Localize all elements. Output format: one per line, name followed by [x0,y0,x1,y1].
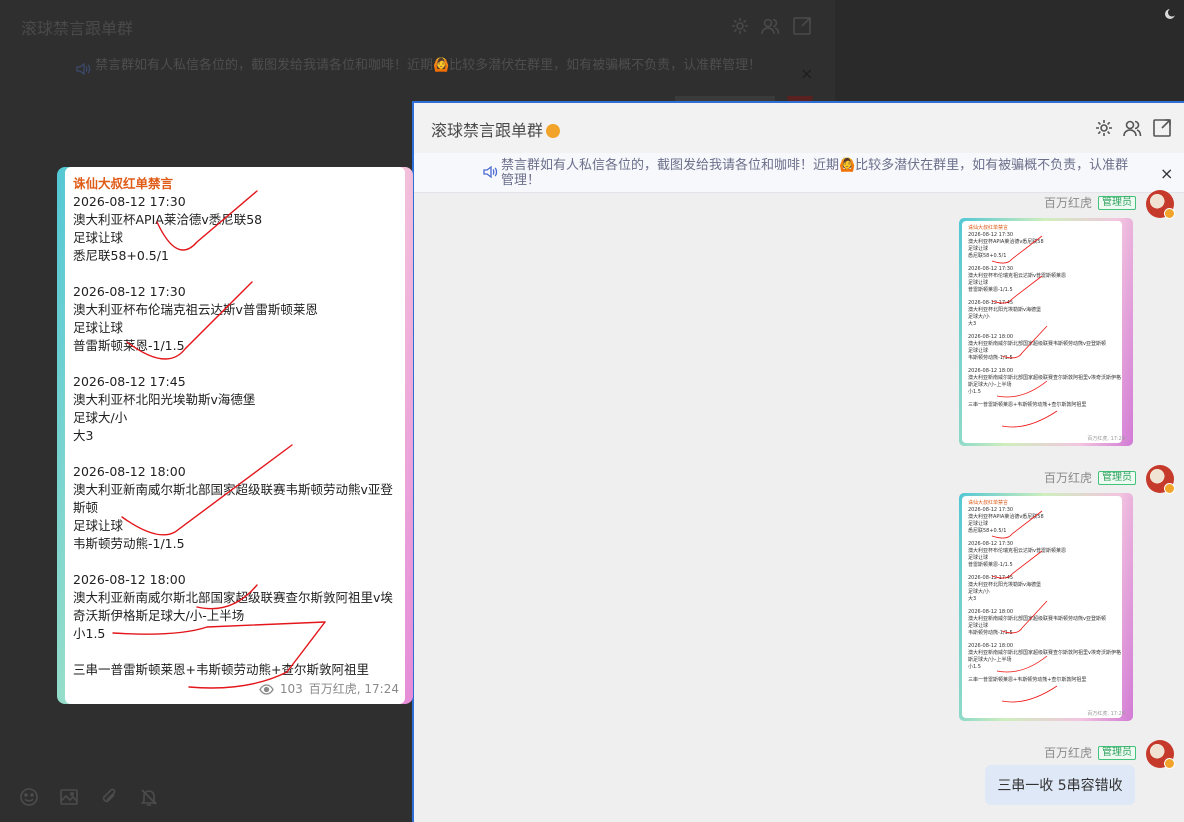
attachment-icon[interactable] [98,786,120,808]
settings-icon[interactable] [730,16,750,36]
speaker-icon [483,165,498,179]
view-count: 103 [279,682,303,696]
bet-time: 2026-08-12 18:00 [73,464,186,479]
verified-badge-icon [546,123,561,138]
image-thumbnail: 诛仙大叔红单禁言 2026-08-12 17:30 澳大利亚杯APIA莱洽德v悉… [962,221,1122,443]
popout-icon[interactable] [1152,118,1172,138]
notice-close-button[interactable]: × [1160,164,1173,183]
message-header: 百万红虎 管理员 [1044,469,1137,486]
parlay-summary: 三串一普雷斯顿莱恩+韦斯顿劳动熊+查尔斯敦阿祖里 [73,662,369,677]
verified-badge-icon [1164,758,1175,769]
background-title-bar: 滚球禁言跟单群 [0,0,835,52]
settings-icon[interactable] [1094,118,1114,138]
bet-time: 2026-08-12 17:30 [73,194,186,209]
bet-pick: 大3 [73,428,94,443]
sender-name[interactable]: 百万红虎 [1044,194,1092,211]
thumb-meta: 百万红虎, 17:24 [1087,711,1125,717]
bet-pick: 悉尼联58+0.5/1 [73,248,169,263]
image-footer: 百万红虎, 17:24 [308,682,399,696]
message-header: 百万红虎 管理员 [1044,194,1137,211]
text-message[interactable]: 三串一收 5串容错收 [985,765,1135,805]
bet-pick: 小1.5 [73,626,106,641]
admin-tag: 管理员 [1098,195,1137,210]
bet-type: 足球大/小 [73,410,128,425]
bet-time: 2026-08-12 17:45 [73,374,186,389]
image-meta: 103 百万红虎, 17:24 [259,680,399,698]
chat-title-text: 滚球禁言跟单群 [431,121,544,140]
bet-match: 澳大利亚新南威尔斯北部国家超级联赛韦斯顿劳动熊v亚登斯顿 [73,482,393,515]
image-message[interactable]: 诛仙大叔红单禁言 2026-08-12 17:30 澳大利亚杯APIA莱洽德v悉… [959,493,1133,721]
bet-block: 2026-08-12 17:30 澳大利亚杯APIA莱洽德v悉尼联58 足球让球… [73,193,405,265]
bet-time: 2026-08-12 17:30 [73,284,186,299]
avatar[interactable] [1146,740,1175,769]
bet-match: 澳大利亚杯北阳光埃勒斯v海德堡 [73,392,256,407]
bet-time: 2026-08-12 18:00 [73,572,186,587]
message-header: 百万红虎 管理员 [1044,744,1137,761]
moon-icon [1165,8,1176,19]
avatar[interactable] [1146,465,1175,494]
image-thumbnail: 诛仙大叔红单禁言 2026-08-12 17:30 澳大利亚杯APIA莱洽德v悉… [962,496,1122,718]
bet-pick: 韦斯顿劳动熊-1/1.5 [73,536,185,551]
members-icon[interactable] [1122,118,1142,138]
background-input-toolbar [18,786,160,812]
bet-block: 2026-08-12 18:00 澳大利亚新南威尔斯北部国家超级联赛查尔斯敦阿祖… [73,571,405,643]
speaker-icon [76,62,91,76]
image-icon[interactable] [58,786,80,808]
pinned-notice[interactable]: 禁言群如有人私信各位的，截图发给我请各位和咖啡！近期🙆比较多潜伏在群里，如有被骗… [414,153,1184,193]
emoji-icon[interactable] [18,786,40,808]
bet-type: 足球让球 [73,518,124,533]
image-preview[interactable]: 诛仙大叔红单禁言 2026-08-12 17:30 澳大利亚杯APIA莱洽德v悉… [57,167,413,704]
chat-title-bar: 滚球禁言跟单群 [414,103,1184,153]
thumb-meta: 百万红虎, 17:24 [1087,436,1125,442]
eye-icon [259,683,274,695]
popout-icon[interactable] [792,16,812,36]
bet-block: 2026-08-12 18:00 澳大利亚新南威尔斯北部国家超级联赛韦斯顿劳动熊… [73,463,405,553]
thumb-red-marks [991,235,1058,428]
thumb-red-marks [991,510,1058,703]
admin-tag: 管理员 [1098,745,1137,760]
bet-match: 澳大利亚新南威尔斯北部国家超级联赛查尔斯敦阿祖里v埃奇沃斯伊格斯足球大/小-上半… [73,590,393,623]
desktop-background [835,0,1184,102]
pinned-notice-text: 禁言群如有人私信各位的，截图发给我请各位和咖啡！近期🙆比较多潜伏在群里，如有被骗… [501,158,1129,188]
background-notice: 禁言群如有人私信各位的，截图发给我请各位和咖啡！近期🙆比较多潜伏在群里，如有被骗… [75,58,775,76]
background-notice-close-button[interactable]: × [800,64,813,83]
sender-name[interactable]: 百万红虎 [1044,469,1092,486]
avatar[interactable] [1146,190,1175,219]
bet-pick: 普雷斯顿莱恩-1/1.5 [73,338,185,353]
bet-block: 2026-08-12 17:30 澳大利亚杯布伦瑞克祖云达斯v普雷斯顿莱恩 足球… [73,283,405,355]
bet-type: 足球让球 [73,320,124,335]
bet-match: 澳大利亚杯布伦瑞克祖云达斯v普雷斯顿莱恩 [73,302,318,317]
bet-type: 足球让球 [73,230,124,245]
background-window-title: 滚球禁言跟单群 [21,19,134,38]
bet-match: 澳大利亚杯APIA莱洽德v悉尼联58 [73,212,263,227]
sender-name[interactable]: 百万红虎 [1044,744,1092,761]
chat-title: 滚球禁言跟单群 [431,117,561,141]
chat-window: 滚球禁言跟单群 禁言群如有人私信各位的，截图发给我请各位和咖啡！近期🙆比较多潜伏… [412,101,1184,822]
members-icon[interactable] [760,16,780,36]
receipt-header: 诛仙大叔红单禁言 [73,176,174,191]
verified-badge-icon [1164,208,1175,219]
mute-bell-icon[interactable] [138,786,160,808]
image-message[interactable]: 诛仙大叔红单禁言 2026-08-12 17:30 澳大利亚杯APIA莱洽德v悉… [959,218,1133,446]
bet-block: 2026-08-12 17:45 澳大利亚杯北阳光埃勒斯v海德堡 足球大/小 大… [73,373,405,445]
verified-badge-icon [1164,483,1175,494]
background-notice-text: 禁言群如有人私信各位的，截图发给我请各位和咖啡！近期🙆比较多潜伏在群里，如有被骗… [95,58,762,73]
admin-tag: 管理员 [1098,470,1137,485]
receipt-paper: 诛仙大叔红单禁言 2026-08-12 17:30 澳大利亚杯APIA莱洽德v悉… [65,167,405,704]
